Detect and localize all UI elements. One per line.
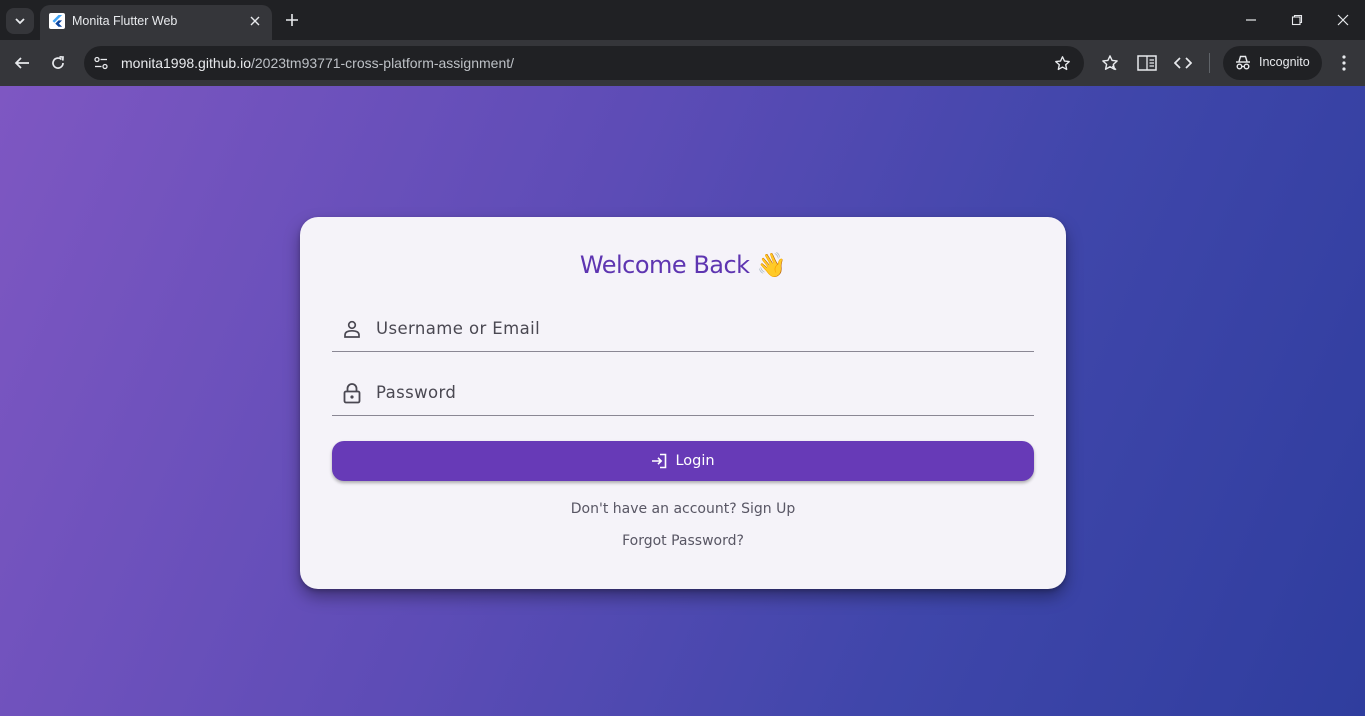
more-icon xyxy=(1342,55,1346,71)
tab-strip: Monita Flutter Web xyxy=(0,0,1365,40)
window-close-icon xyxy=(1337,14,1349,26)
browser-tab[interactable]: Monita Flutter Web xyxy=(40,5,272,40)
window-close-button[interactable] xyxy=(1333,10,1353,30)
minimize-button[interactable] xyxy=(1241,10,1261,30)
signup-link[interactable]: Don't have an account? Sign Up xyxy=(300,501,1066,517)
close-icon xyxy=(250,16,260,26)
incognito-icon xyxy=(1236,55,1250,70)
url-path: /2023tm93771-cross-platform-assignment/ xyxy=(251,55,515,71)
bookmarks-button[interactable] xyxy=(1099,52,1121,74)
forgot-password-link[interactable]: Forgot Password? xyxy=(300,533,1066,549)
login-card: Welcome Back 👋 Username or Email Passwor… xyxy=(300,217,1066,589)
new-tab-button[interactable] xyxy=(282,10,302,30)
devtools-icon xyxy=(1174,57,1192,69)
back-icon xyxy=(14,57,29,69)
password-field[interactable]: Password xyxy=(332,367,1034,416)
minimize-icon xyxy=(1246,19,1256,21)
reading-list-button[interactable] xyxy=(1136,52,1158,74)
incognito-label: Incognito xyxy=(1259,55,1310,69)
login-icon xyxy=(652,453,667,469)
plus-icon xyxy=(286,14,298,26)
site-info-icon xyxy=(94,56,108,70)
incognito-indicator[interactable]: Incognito xyxy=(1223,46,1322,80)
login-button[interactable]: Login xyxy=(332,441,1034,481)
address-bar[interactable]: monita1998.github.io/2023tm93771-cross-p… xyxy=(84,46,1084,80)
tab-close-button[interactable] xyxy=(246,12,264,30)
url-text: monita1998.github.io/2023tm93771-cross-p… xyxy=(121,55,514,71)
restore-icon xyxy=(1291,14,1303,26)
username-field[interactable]: Username or Email xyxy=(332,303,1034,352)
flutter-icon xyxy=(49,13,65,29)
password-label: Password xyxy=(376,383,457,402)
lock-icon xyxy=(342,382,362,404)
page-title: Welcome Back 👋 xyxy=(579,251,787,279)
restore-button[interactable] xyxy=(1287,10,1307,30)
login-button-label: Login xyxy=(675,453,715,469)
reload-button[interactable] xyxy=(47,52,69,74)
bookmarks-icon xyxy=(1102,55,1118,71)
star-icon xyxy=(1054,55,1070,70)
tab-title: Monita Flutter Web xyxy=(72,14,178,28)
username-label: Username or Email xyxy=(376,319,541,338)
browser-toolbar: monita1998.github.io/2023tm93771-cross-p… xyxy=(0,40,1365,86)
devtools-button[interactable] xyxy=(1172,52,1194,74)
reload-icon xyxy=(52,55,64,69)
menu-button[interactable] xyxy=(1333,52,1355,74)
bookmark-button[interactable] xyxy=(1052,53,1072,73)
back-button[interactable] xyxy=(11,52,33,74)
chevron-down-icon xyxy=(15,18,25,25)
page-viewport: Welcome Back 👋 Username or Email Passwor… xyxy=(0,86,1365,716)
reading-list-icon xyxy=(1137,55,1157,71)
site-info-button[interactable] xyxy=(92,54,110,72)
tab-search-button[interactable] xyxy=(6,8,34,34)
url-host: monita1998.github.io xyxy=(121,55,251,71)
person-icon xyxy=(342,318,362,340)
toolbar-divider xyxy=(1209,53,1210,73)
